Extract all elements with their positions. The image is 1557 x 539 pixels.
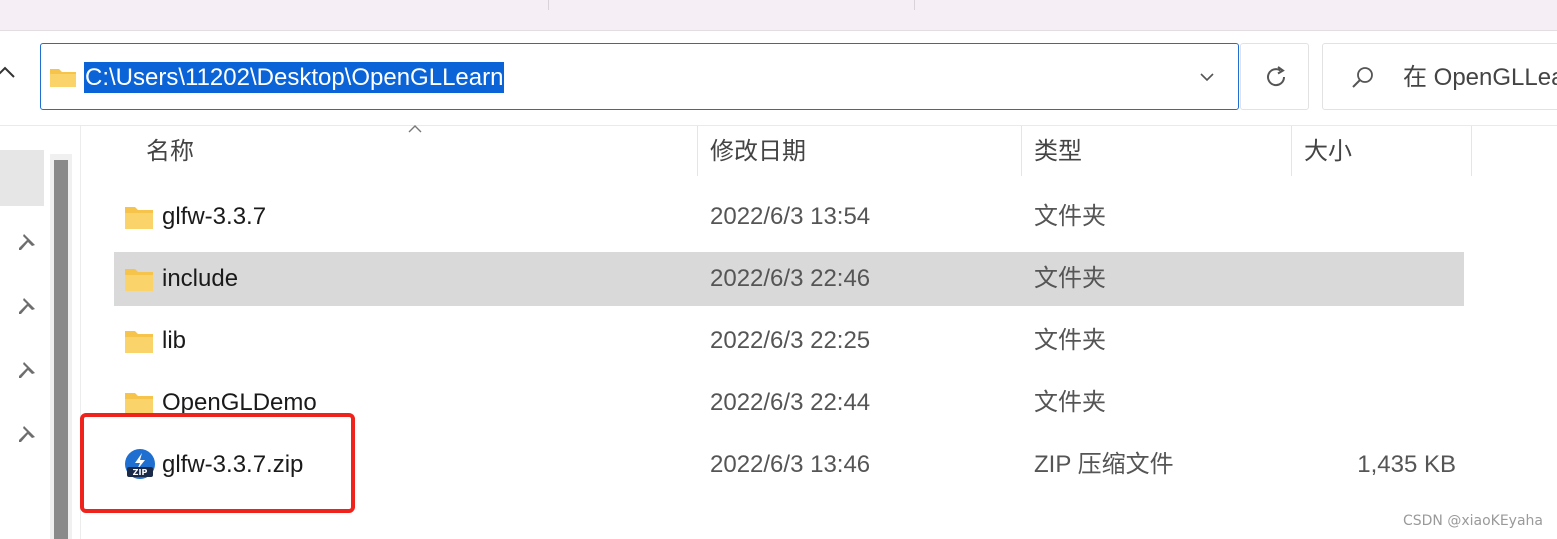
file-date-modified: 2022/6/3 22:46 — [710, 265, 871, 292]
file-date-modified: 2022/6/3 13:54 — [710, 203, 871, 230]
chevron-down-icon[interactable] — [1198, 68, 1216, 86]
folder-icon — [125, 269, 153, 291]
pin-icon[interactable] — [16, 423, 38, 445]
file-date-modified: 2022/6/3 13:46 — [710, 451, 871, 478]
file-size: 1,435 KB — [1357, 451, 1456, 478]
file-name[interactable]: lib — [162, 314, 186, 368]
search-input[interactable]: 在 OpenGLLearn 中搜索 — [1322, 43, 1557, 110]
column-divider[interactable] — [1471, 126, 1472, 176]
file-type: 文件夹 — [1034, 389, 1106, 416]
file-name[interactable]: glfw-3.3.7 — [162, 190, 266, 244]
tab-divider — [548, 0, 549, 10]
folder-icon — [125, 207, 153, 229]
folder-icon — [50, 69, 76, 87]
tab-divider — [914, 0, 915, 10]
scrollbar-thumb[interactable] — [54, 160, 68, 539]
pin-icon[interactable] — [16, 295, 38, 317]
refresh-button[interactable] — [1240, 43, 1309, 110]
file-name[interactable]: include — [162, 252, 238, 306]
column-divider[interactable] — [1021, 126, 1022, 176]
pin-icon[interactable] — [16, 359, 38, 381]
navigation-pane — [0, 126, 76, 539]
search-placeholder: 在 OpenGLLearn 中搜索 — [1403, 64, 1557, 91]
file-type: ZIP 压缩文件 — [1034, 451, 1174, 478]
pin-icon[interactable] — [16, 231, 38, 253]
address-bar[interactable]: C:\Users\11202\Desktop\OpenGLLearn — [40, 43, 1239, 110]
file-date-modified: 2022/6/3 22:25 — [710, 327, 871, 354]
nav-item-selected[interactable] — [0, 150, 44, 206]
highlight-annotation-box — [80, 413, 355, 513]
file-type: 文件夹 — [1034, 203, 1106, 230]
watermark: CSDN @xiaoKEyaha — [1402, 513, 1543, 529]
search-icon — [1352, 67, 1373, 88]
column-divider[interactable] — [697, 126, 698, 176]
file-row[interactable]: glfw-3.3.7 2022/6/3 13:54 文件夹 — [114, 190, 1464, 244]
refresh-icon — [1267, 66, 1286, 87]
column-header-type[interactable]: 类型 — [1034, 126, 1290, 176]
column-divider[interactable] — [1291, 126, 1292, 176]
folder-icon — [125, 331, 153, 353]
file-type: 文件夹 — [1034, 265, 1106, 292]
file-type: 文件夹 — [1034, 327, 1106, 354]
up-arrow-icon[interactable] — [0, 62, 16, 84]
file-row-selected[interactable]: include 2022/6/3 22:46 文件夹 — [114, 252, 1464, 306]
file-date-modified: 2022/6/3 22:44 — [710, 389, 871, 416]
file-row[interactable]: lib 2022/6/3 22:25 文件夹 — [114, 314, 1464, 368]
column-header-date-modified[interactable]: 修改日期 — [710, 126, 1020, 176]
tab-strip — [0, 0, 1557, 31]
address-path[interactable]: C:\Users\11202\Desktop\OpenGLLearn — [84, 62, 505, 93]
column-header-size[interactable]: 大小 — [1304, 126, 1470, 176]
column-header-name[interactable]: 名称 — [146, 126, 696, 176]
